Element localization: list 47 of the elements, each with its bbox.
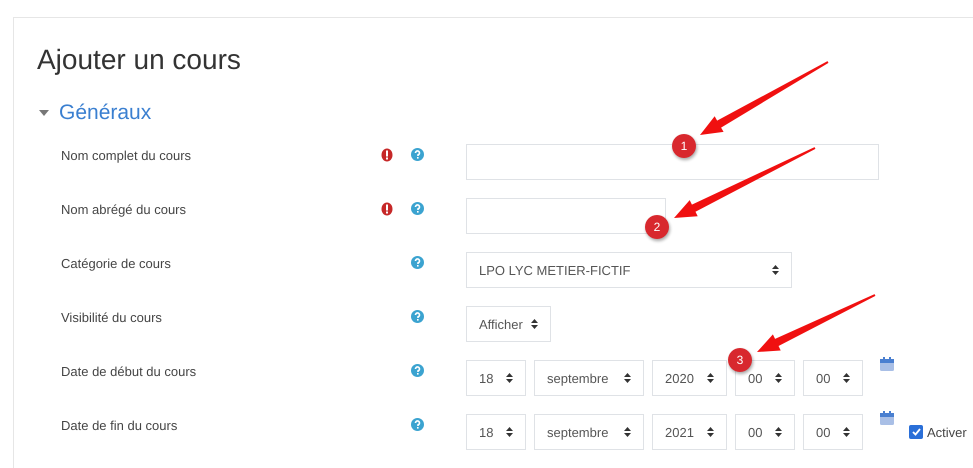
field-label: Date de fin du cours: [60, 418, 178, 432]
select-field[interactable]: septembre: [534, 360, 644, 396]
help-icon[interactable]: [410, 148, 424, 161]
checkbox[interactable]: [909, 425, 923, 439]
select-field[interactable]: 00: [803, 414, 863, 450]
calendar-icon[interactable]: [879, 356, 895, 372]
help-icon[interactable]: [410, 418, 424, 431]
select-field[interactable]: Afficher: [466, 306, 551, 342]
updown-icon: [506, 427, 513, 437]
section-title[interactable]: Généraux: [59, 101, 152, 125]
updown-icon: [506, 373, 513, 383]
select-field[interactable]: 2021: [652, 414, 727, 450]
select-field[interactable]: 18: [466, 360, 526, 396]
updown-icon: [707, 373, 714, 383]
calendar-icon[interactable]: [879, 410, 895, 426]
field-label: Date de début du cours: [60, 364, 198, 378]
select-field[interactable]: 00: [803, 360, 863, 396]
help-icon[interactable]: [410, 256, 424, 269]
help-icon[interactable]: [410, 202, 424, 215]
field-label: Nom abrégé du cours: [60, 202, 188, 216]
field-label: Catégorie de cours: [60, 256, 172, 270]
check-icon: [912, 428, 920, 436]
number-badge: 2: [645, 215, 669, 239]
select-field[interactable]: LPO LYC METIER-FICTIF: [466, 252, 792, 288]
help-icon[interactable]: [410, 310, 424, 323]
select-field[interactable]: 18: [466, 414, 526, 450]
updown-icon: [624, 427, 631, 437]
help-icon[interactable]: [410, 364, 424, 377]
caret-icon[interactable]: [39, 110, 49, 116]
text-field[interactable]: [466, 198, 666, 234]
updown-icon: [775, 373, 782, 383]
updown-icon: [843, 427, 850, 437]
updown-icon: [624, 373, 631, 383]
updown-icon: [530, 319, 538, 329]
number-badge: 3: [728, 348, 752, 372]
updown-icon: [775, 427, 782, 437]
select-field[interactable]: 00: [735, 414, 795, 450]
field-label: Nom complet du cours: [60, 148, 192, 162]
page-title: Ajouter un cours: [37, 43, 242, 77]
select-field[interactable]: septembre: [534, 414, 644, 450]
number-badge: 1: [672, 134, 696, 158]
field-label: Visibilité du cours: [60, 310, 163, 324]
updown-icon: [707, 427, 714, 437]
select-field[interactable]: 2020: [652, 360, 727, 396]
enable-checkbox[interactable]: Activer: [909, 424, 967, 440]
updown-icon: [843, 373, 850, 383]
updown-icon: [772, 265, 779, 275]
